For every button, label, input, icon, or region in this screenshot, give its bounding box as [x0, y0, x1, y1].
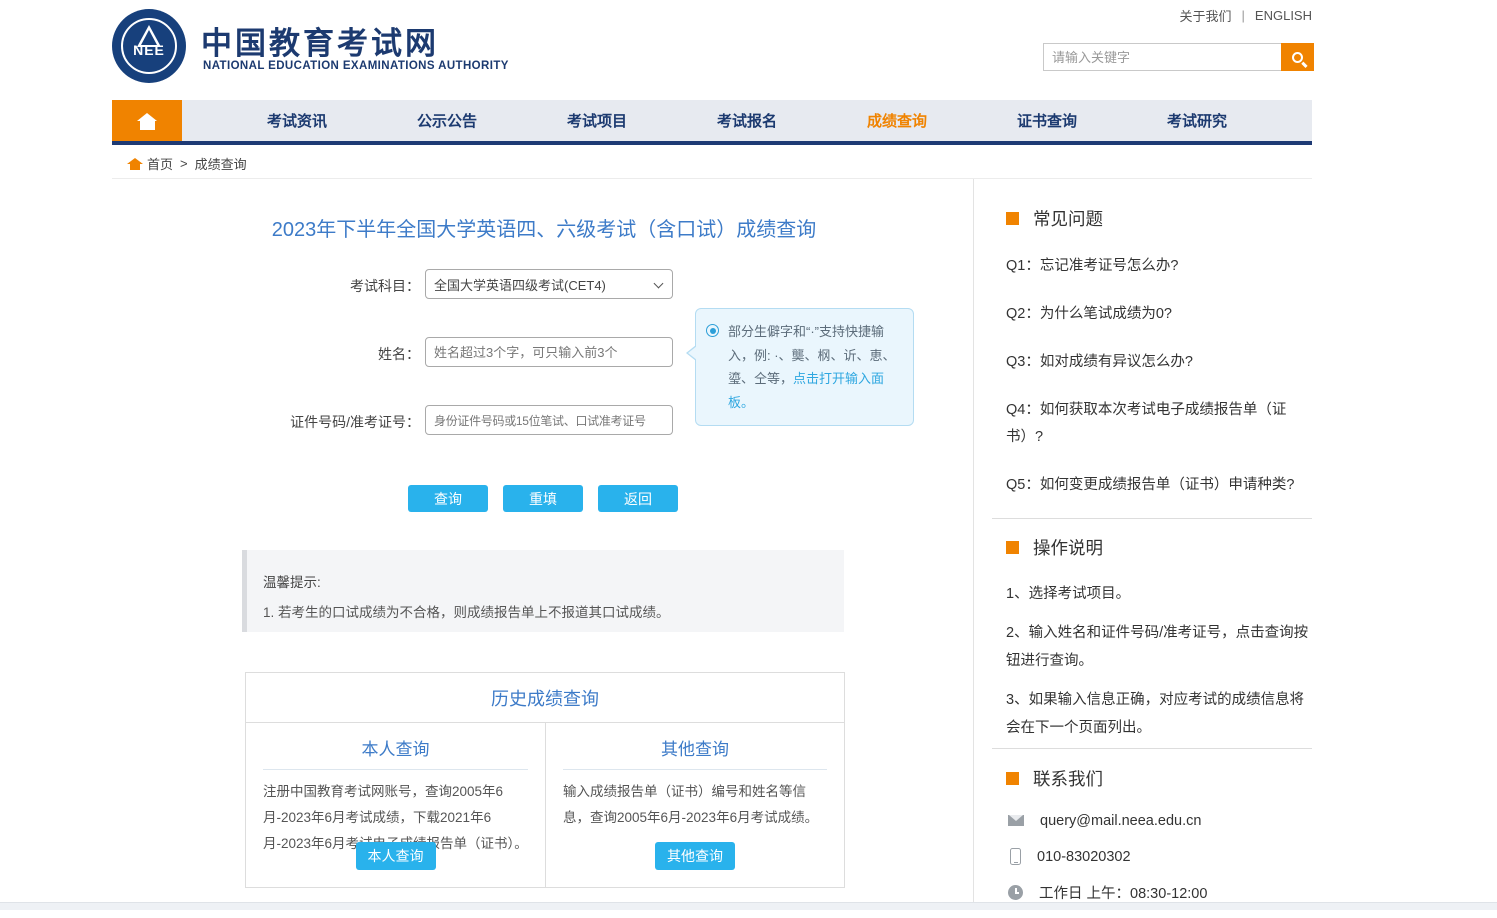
clock-icon: [1008, 885, 1023, 900]
breadcrumb-home-icon: [130, 164, 140, 170]
faq-item-q5[interactable]: Q5：如何变更成绩报告单（证书）申请种类?: [1006, 472, 1308, 499]
id-label: 证件号码/准考证号：: [245, 412, 420, 432]
instruction-step-3: 3、如果输入信息正确，对应考试的成绩信息将会在下一个页面列出。: [1006, 686, 1310, 742]
breadcrumb: 首页 > 成绩查询: [130, 154, 247, 173]
rare-character-tip: 部分生僻字和“·”支持快捷输入，例: ·、龑、㭎、䜣、恵、瑬、仝等，点击打开输入…: [695, 308, 914, 426]
notice-box: 温馨提示: 1. 若考生的口试成绩为不合格，则成绩报告单上不报道其口试成绩。: [242, 550, 844, 632]
nav-item-exam-research[interactable]: 考试研究: [1122, 100, 1272, 141]
contact-phone-row: 010-83020302: [1008, 846, 1308, 867]
notice-item: 1. 若考生的口试成绩为不合格，则成绩报告单上不报道其口试成绩。: [263, 601, 844, 621]
chevron-down-icon: [654, 279, 664, 289]
contact-section-title: 联系我们: [1006, 766, 1103, 791]
history-query-panel: 历史成绩查询 本人查询 注册中国教育考试网账号，查询2005年6月-2023年6…: [245, 672, 845, 888]
search-icon: [1292, 52, 1303, 63]
home-icon: [140, 121, 155, 130]
name-input[interactable]: [425, 337, 673, 367]
contact-phone: 010-83020302: [1037, 849, 1131, 865]
contact-title-text: 联系我们: [1033, 766, 1103, 791]
name-label: 姓名：: [245, 344, 420, 364]
phone-icon: [1010, 848, 1021, 865]
nav-item-certificate-query[interactable]: 证书查询: [972, 100, 1122, 141]
site-subtitle: NATIONAL EDUCATION EXAMINATIONS AUTHORIT…: [203, 60, 509, 72]
header-top-links: 关于我们 | ENGLISH: [1180, 6, 1312, 25]
nav-item-announcements[interactable]: 公示公告: [372, 100, 522, 141]
english-link[interactable]: ENGLISH: [1255, 8, 1312, 23]
id-input[interactable]: [425, 405, 673, 435]
instruction-step-1: 1、选择考试项目。: [1006, 580, 1310, 608]
nav-item-score-query[interactable]: 成绩查询: [822, 100, 972, 141]
faq-item-q3[interactable]: Q3：如对成绩有异议怎么办?: [1006, 349, 1308, 376]
top-links-separator: |: [1242, 8, 1245, 23]
sidebar-divider-1: [992, 518, 1312, 519]
back-button[interactable]: 返回: [598, 485, 678, 512]
instructions-list: 1、选择考试项目。 2、输入姓名和证件号码/准考证号，点击查询按钮进行查询。 3…: [1006, 580, 1310, 753]
faq-item-q4[interactable]: Q4：如何获取本次考试电子成绩报告单（证书）?: [1006, 397, 1308, 451]
self-query-button[interactable]: 本人查询: [356, 842, 436, 870]
breadcrumb-current[interactable]: 成绩查询: [195, 154, 247, 173]
search-input[interactable]: [1043, 43, 1281, 71]
footer-strip: [0, 902, 1497, 910]
nav-item-exam-programs[interactable]: 考试项目: [522, 100, 672, 141]
site-logo[interactable]: NEE: [112, 9, 186, 83]
nav-item-registration[interactable]: 考试报名: [672, 100, 822, 141]
instructions-title-text: 操作说明: [1033, 535, 1103, 560]
nav-item-exam-news[interactable]: 考试资讯: [222, 100, 372, 141]
subject-label: 考试科目：: [245, 276, 420, 296]
content-vertical-divider: [973, 179, 974, 903]
header-search: [1043, 43, 1314, 71]
other-query-desc: 输入成绩报告单（证书）编号和姓名等信息，查询2005年6月-2023年6月考试成…: [563, 779, 827, 831]
history-title: 历史成绩查询: [246, 673, 844, 723]
faq-item-q1[interactable]: Q1：忘记准考证号怎么办?: [1006, 253, 1308, 280]
nav-home-button[interactable]: [112, 100, 182, 141]
self-query-title: 本人查询: [263, 735, 528, 770]
faq-item-q2[interactable]: Q2：为什么笔试成绩为0?: [1006, 301, 1308, 328]
about-us-link[interactable]: 关于我们: [1180, 6, 1232, 25]
other-query-button[interactable]: 其他查询: [655, 842, 735, 870]
notice-title: 温馨提示:: [263, 571, 844, 591]
faq-list: Q1：忘记准考证号怎么办? Q2：为什么笔试成绩为0? Q3：如对成绩有异议怎么…: [1006, 253, 1308, 520]
logo-text: NEE: [133, 42, 165, 58]
breadcrumb-separator: >: [180, 156, 188, 171]
orange-square-icon: [1006, 541, 1019, 554]
breadcrumb-divider: [112, 178, 1312, 179]
subject-select[interactable]: 全国大学英语四级考试(CET4): [425, 269, 673, 299]
self-query-section: 本人查询 注册中国教育考试网账号，查询2005年6月-2023年6月考试成绩，下…: [246, 723, 545, 888]
contact-hours-row: 工作日 上午：08:30-12:00: [1008, 882, 1308, 903]
sidebar-divider-2: [992, 748, 1312, 749]
breadcrumb-home-link[interactable]: 首页: [147, 154, 173, 173]
nav-underline: [112, 141, 1312, 145]
main-nav: 考试资讯 公示公告 考试项目 考试报名 成绩查询 证书查询 考试研究: [112, 100, 1312, 145]
reset-button[interactable]: 重填: [503, 485, 583, 512]
subject-select-value: 全国大学英语四级考试(CET4): [434, 275, 606, 294]
orange-square-icon: [1006, 212, 1019, 225]
contact-email[interactable]: query@mail.neea.edu.cn: [1040, 813, 1201, 829]
instruction-step-2: 2、输入姓名和证件号码/准考证号，点击查询按钮进行查询。: [1006, 619, 1310, 675]
faq-section-title: 常见问题: [1006, 206, 1103, 231]
mail-icon: [1008, 815, 1024, 826]
contact-hours: 工作日 上午：08:30-12:00: [1039, 882, 1207, 903]
query-button[interactable]: 查询: [408, 485, 488, 512]
other-query-section: 其他查询 输入成绩报告单（证书）编号和姓名等信息，查询2005年6月-2023年…: [545, 723, 844, 888]
faq-title-text: 常见问题: [1033, 206, 1103, 231]
search-button[interactable]: [1281, 43, 1314, 71]
other-query-title: 其他查询: [563, 735, 827, 770]
page-title: 2023年下半年全国大学英语四、六级考试（含口试）成绩查询: [242, 213, 846, 242]
radio-icon: [706, 324, 719, 337]
logo-ring: NEE: [121, 18, 177, 74]
site-name: 中国教育考试网: [201, 18, 439, 63]
orange-square-icon: [1006, 772, 1019, 785]
contact-email-row: query@mail.neea.edu.cn: [1008, 810, 1308, 831]
instructions-section-title: 操作说明: [1006, 535, 1103, 560]
